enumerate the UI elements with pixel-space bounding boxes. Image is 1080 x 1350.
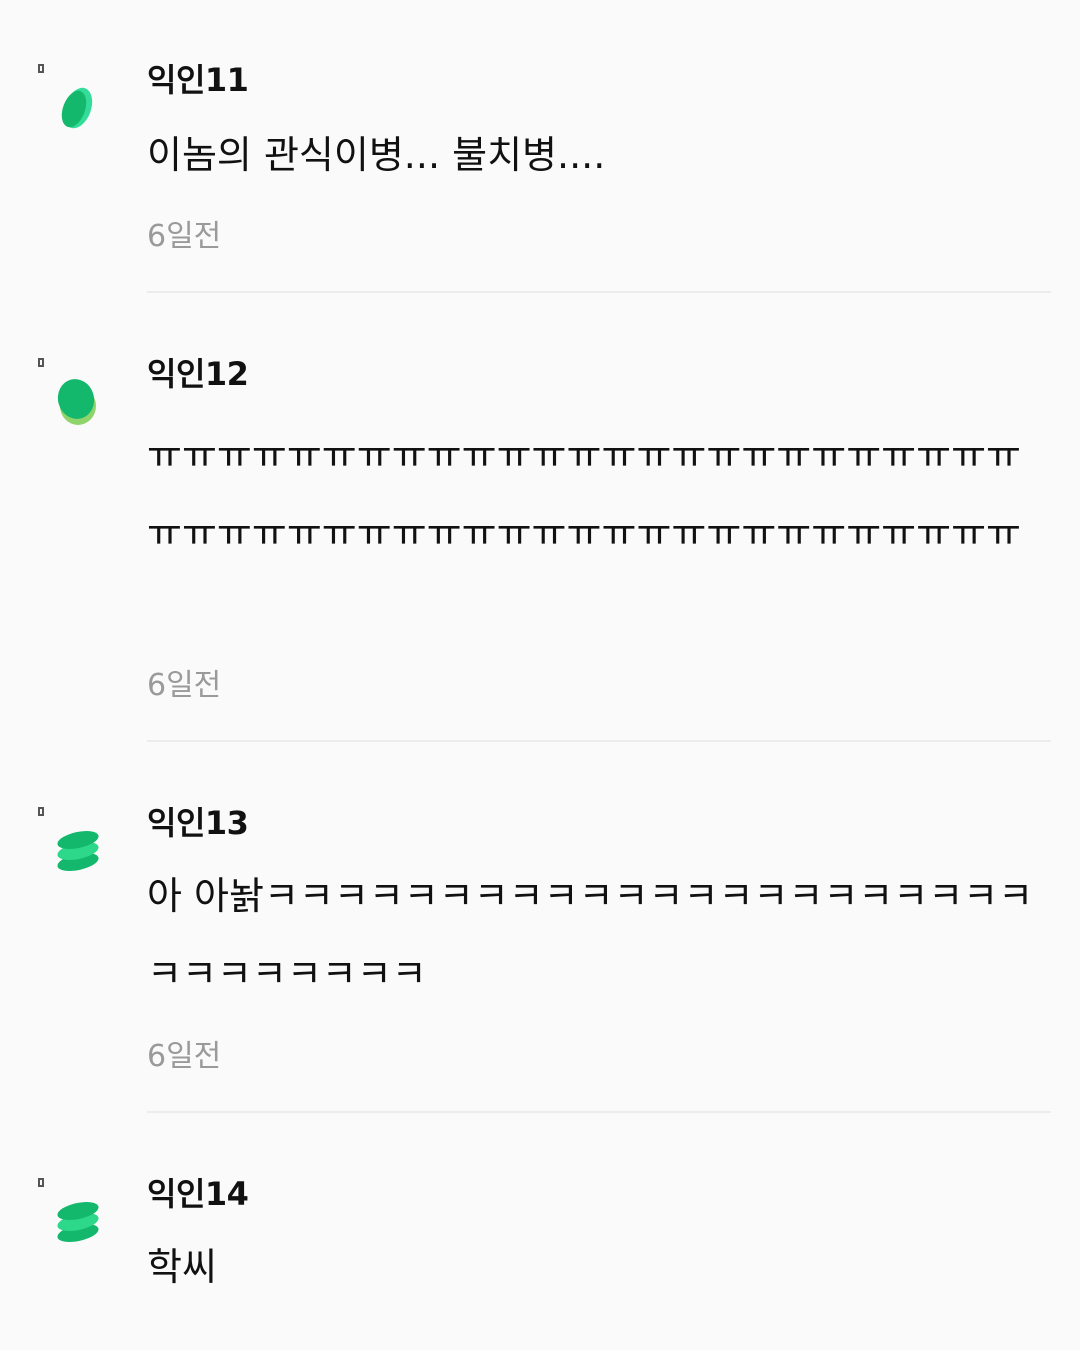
comment-author[interactable]: 익인13	[147, 803, 249, 843]
divider	[147, 291, 1051, 293]
bookmark-icon[interactable]	[38, 807, 44, 816]
green-leaf-icon	[61, 87, 93, 129]
bookmark-icon[interactable]	[38, 1178, 44, 1187]
divider	[147, 740, 1051, 742]
green-stack-icon	[57, 379, 96, 425]
comment-text: 학씨	[147, 1245, 217, 1289]
green-layers-icon	[57, 1202, 99, 1242]
divider	[147, 1111, 1051, 1113]
comment-text: 아 아놝ㅋㅋㅋㅋㅋㅋㅋㅋㅋㅋㅋㅋㅋㅋㅋㅋㅋㅋㅋㅋㅋㅋㅋㅋㅋㅋㅋㅋㅋㅋ	[147, 874, 1034, 996]
comment-text: 이놈의 관식이병... 불치병....	[147, 133, 606, 177]
bookmark-icon[interactable]	[38, 358, 44, 367]
green-layers-icon	[57, 831, 99, 871]
comment-author[interactable]: 익인12	[147, 354, 249, 394]
bookmark-icon[interactable]	[38, 64, 44, 73]
comment-author[interactable]: 익인14	[147, 1174, 249, 1214]
comment-author[interactable]: 익인11	[147, 60, 249, 100]
comment-time: 6일전	[147, 219, 222, 254]
comment-text: ㅠㅠㅠㅠㅠㅠㅠㅠㅠㅠㅠㅠㅠㅠㅠㅠㅠㅠㅠㅠㅠㅠㅠㅠㅠㅠㅠㅠㅠㅠㅠㅠㅠㅠㅠㅠㅠㅠㅠㅠ…	[147, 433, 1022, 555]
comment-time: 6일전	[147, 668, 222, 703]
comment-time: 6일전	[147, 1039, 222, 1074]
